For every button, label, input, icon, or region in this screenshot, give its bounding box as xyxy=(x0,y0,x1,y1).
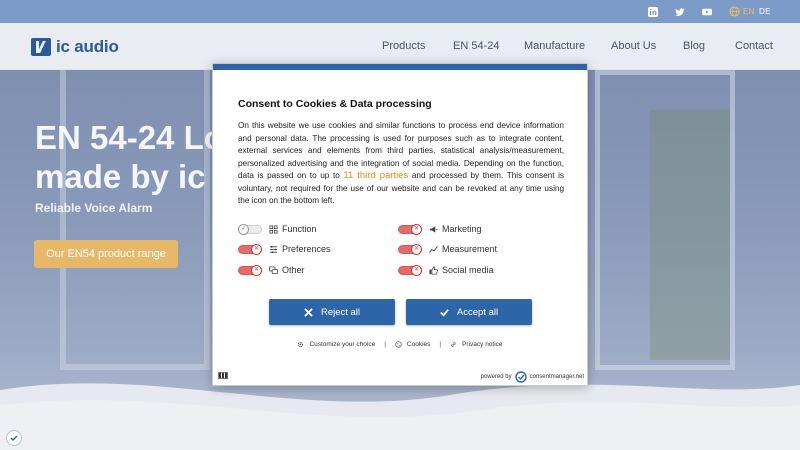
privacy-notice-label: Privacy notice xyxy=(462,341,503,348)
globe-icon xyxy=(729,6,740,17)
function-label: Function xyxy=(282,224,317,234)
hero-title-line2: made by ic a xyxy=(35,158,234,195)
social-media-toggle[interactable]: ✕ xyxy=(398,264,422,276)
dialog-top-bar xyxy=(213,64,587,70)
powered-by-label: powered by xyxy=(480,374,512,380)
nav-blog[interactable]: Blog xyxy=(683,40,705,52)
sliders-icon xyxy=(268,224,278,234)
chat-icon xyxy=(268,265,278,275)
option-measurement[interactable]: ✕ Measurement xyxy=(398,243,497,255)
toggle-knob: ✕ xyxy=(411,223,422,235)
consent-settings-icon[interactable] xyxy=(6,430,22,446)
reject-all-label: Reject all xyxy=(320,306,361,318)
nav-en54-24[interactable]: EN 54-24 xyxy=(453,40,499,52)
measurement-toggle[interactable]: ✕ xyxy=(398,243,422,255)
linkedin-icon[interactable] xyxy=(646,5,660,18)
gear-icon xyxy=(298,341,304,348)
accept-all-label: Accept all xyxy=(456,306,499,318)
language-flag-icon[interactable] xyxy=(218,372,228,379)
consent-text: On this website we use cookies and simil… xyxy=(238,120,564,208)
option-social-media[interactable]: ✕ Social media xyxy=(398,264,494,276)
consent-dialog: Consent to Cookies & Data processing On … xyxy=(212,63,588,386)
toggle-knob: ✕ xyxy=(411,264,422,276)
thumbs-up-icon xyxy=(428,265,438,275)
toggle-knob: ✕ xyxy=(251,243,262,255)
hero-title-line1: EN 54-24 Lou xyxy=(35,119,235,156)
chart-icon xyxy=(428,244,438,254)
settings-icon xyxy=(268,244,278,254)
cookies-label: Cookies xyxy=(406,341,431,348)
link-separator: | xyxy=(439,341,442,348)
logo-text: ic audio xyxy=(56,37,119,56)
check-icon xyxy=(440,308,449,317)
other-label: Other xyxy=(282,265,305,275)
consent-links: Customize your choice | Cookies | Privac… xyxy=(213,341,587,348)
other-toggle[interactable]: ✕ xyxy=(238,264,262,276)
function-toggle[interactable]: ✓ xyxy=(238,223,262,235)
option-function[interactable]: ✓ Function xyxy=(238,223,317,235)
consent-title: Consent to Cookies & Data processing xyxy=(238,98,432,110)
hero-subtitle: Reliable Voice Alarm xyxy=(35,201,153,215)
measurement-label: Measurement xyxy=(442,244,498,254)
reject-all-button[interactable]: Reject all xyxy=(269,299,395,325)
top-bar: EN DE xyxy=(0,0,800,23)
third-parties-link[interactable]: 11 third parties xyxy=(343,170,408,181)
option-other[interactable]: ✕ Other xyxy=(238,264,305,276)
nav-contact[interactable]: Contact xyxy=(735,40,773,52)
nav-manufacture[interactable]: Manufacture xyxy=(524,40,585,52)
cookie-icon xyxy=(395,341,402,348)
link-separator: | xyxy=(384,341,386,348)
toggle-knob: ✓ xyxy=(238,223,249,235)
youtube-icon[interactable] xyxy=(700,5,714,18)
powered-by[interactable]: powered by consentmanager.net xyxy=(481,371,584,383)
accept-all-button[interactable]: Accept all xyxy=(406,299,532,325)
megaphone-icon xyxy=(428,224,438,234)
link-icon xyxy=(451,342,456,347)
hero-background-window xyxy=(60,70,210,370)
preferences-label: Preferences xyxy=(282,244,331,254)
option-marketing[interactable]: ✕ Marketing xyxy=(398,223,482,235)
marketing-toggle[interactable]: ✕ xyxy=(398,223,422,235)
marketing-label: Marketing xyxy=(442,224,482,234)
product-range-button[interactable]: Our EN54 product range xyxy=(34,240,178,268)
hero-title: EN 54-24 Lou made by ic a xyxy=(35,118,235,196)
customize-choice-label: Customize your choice xyxy=(309,341,376,348)
hero-background-door xyxy=(595,70,735,370)
toggle-knob: ✕ xyxy=(411,243,422,255)
language-de[interactable]: DE xyxy=(759,7,771,16)
nav-products[interactable]: Products xyxy=(382,40,425,52)
logo[interactable]: ic audio xyxy=(31,37,119,57)
cookies-link[interactable]: Cookies xyxy=(395,341,430,348)
option-preferences[interactable]: ✕ Preferences xyxy=(238,243,331,255)
provider-label: consentmanager.net xyxy=(529,374,584,380)
preferences-toggle[interactable]: ✕ xyxy=(238,243,262,255)
customize-choice-link[interactable]: Customize your choice xyxy=(297,341,375,348)
nav-about-us[interactable]: About Us xyxy=(611,40,656,52)
toggle-knob: ✕ xyxy=(251,264,262,276)
language-en[interactable]: EN xyxy=(743,7,755,16)
social-media-label: Social media xyxy=(442,265,494,275)
logo-mark-icon xyxy=(31,38,51,56)
privacy-notice-link[interactable]: Privacy notice xyxy=(450,341,503,348)
close-icon xyxy=(304,307,313,317)
twitter-icon[interactable] xyxy=(673,5,687,18)
consentmanager-logo-icon xyxy=(514,371,527,383)
